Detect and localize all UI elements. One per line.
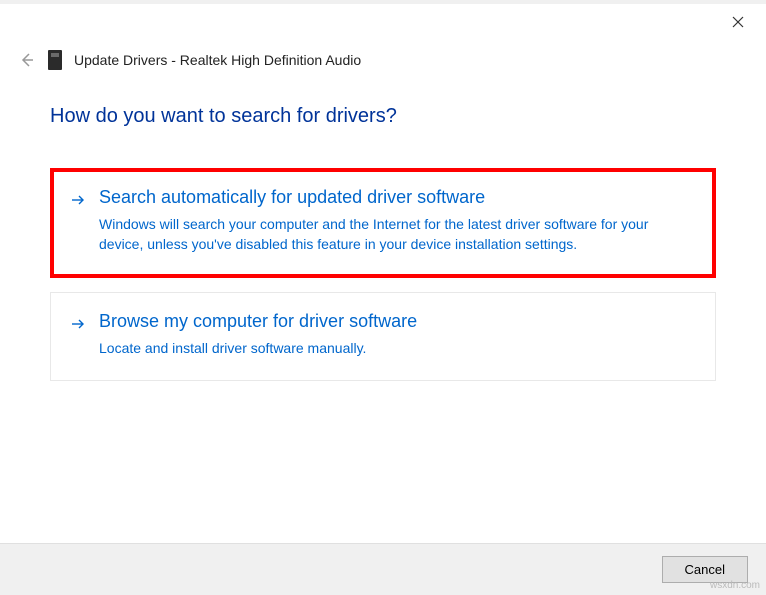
option-browse-computer[interactable]: Browse my computer for driver software L… bbox=[50, 292, 716, 381]
option-title: Browse my computer for driver software bbox=[99, 311, 695, 332]
header-row: Update Drivers - Realtek High Definition… bbox=[18, 50, 748, 70]
option-description: Locate and install driver software manua… bbox=[99, 338, 695, 358]
option-title: Search automatically for updated driver … bbox=[99, 187, 695, 208]
cancel-button[interactable]: Cancel bbox=[662, 556, 748, 583]
arrow-right-icon bbox=[71, 187, 87, 255]
close-icon bbox=[732, 16, 744, 28]
arrow-left-icon bbox=[19, 52, 35, 68]
option-search-automatically[interactable]: Search automatically for updated driver … bbox=[50, 168, 716, 278]
footer-bar: Cancel bbox=[0, 543, 766, 595]
watermark-text: wsxdn.com bbox=[710, 580, 760, 591]
window-title: Update Drivers - Realtek High Definition… bbox=[74, 52, 361, 68]
close-button[interactable] bbox=[728, 12, 748, 32]
back-button[interactable] bbox=[18, 51, 36, 69]
option-body: Search automatically for updated driver … bbox=[99, 187, 695, 255]
main-content: How do you want to search for drivers? S… bbox=[50, 105, 716, 395]
device-icon bbox=[48, 50, 62, 70]
arrow-right-icon bbox=[71, 311, 87, 358]
page-heading: How do you want to search for drivers? bbox=[50, 105, 716, 128]
option-description: Windows will search your computer and th… bbox=[99, 214, 695, 255]
option-body: Browse my computer for driver software L… bbox=[99, 311, 695, 358]
window-top-border bbox=[0, 0, 766, 4]
